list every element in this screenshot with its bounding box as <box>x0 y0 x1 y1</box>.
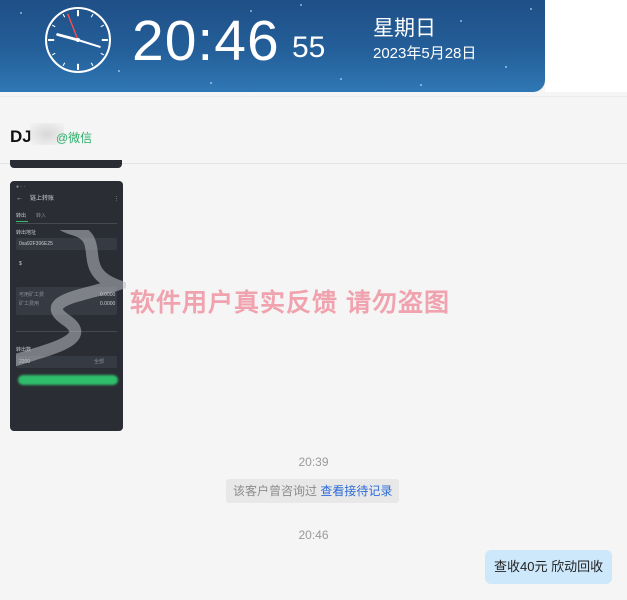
screenshot-tab-receive: 转入 <box>36 213 47 219</box>
clock-banner: 20:46 55 星期日 2023年5月28日 <box>0 0 545 92</box>
banner-blank-area <box>545 0 627 92</box>
view-reception-record-link[interactable]: 查看接待记录 <box>320 484 392 498</box>
timestamp: 20:39 <box>298 455 329 469</box>
chat-header: DJ @微信 <box>0 96 627 164</box>
contact-name[interactable]: DJ <box>10 127 32 147</box>
screenshot-title: 链上转账 <box>30 196 55 202</box>
previous-image-edge[interactable] <box>10 160 122 168</box>
watermark-text: 软件用户真实反馈 请勿盗图 <box>130 289 450 317</box>
analog-clock-icon <box>45 7 111 73</box>
clock-date: 2023年5月28日 <box>373 45 477 62</box>
outgoing-message-bubble[interactable]: 查收40元 欣动回收 <box>485 550 613 584</box>
screenshot-confirm-bar <box>18 375 118 385</box>
screenshot-tab-send: 转出 <box>16 213 27 219</box>
channel-label: @微信 <box>56 131 93 145</box>
system-note: 该客户曾咨询过 查看接待记录 <box>226 479 400 503</box>
clock-weekday: 星期日 <box>373 17 436 40</box>
clock-seconds: 55 <box>292 31 326 64</box>
timestamp: 20:46 <box>298 528 329 542</box>
system-note-text: 该客户曾咨询过 <box>233 484 318 498</box>
scribble-redaction <box>16 230 126 366</box>
clock-time: 20:46 <box>132 9 280 73</box>
